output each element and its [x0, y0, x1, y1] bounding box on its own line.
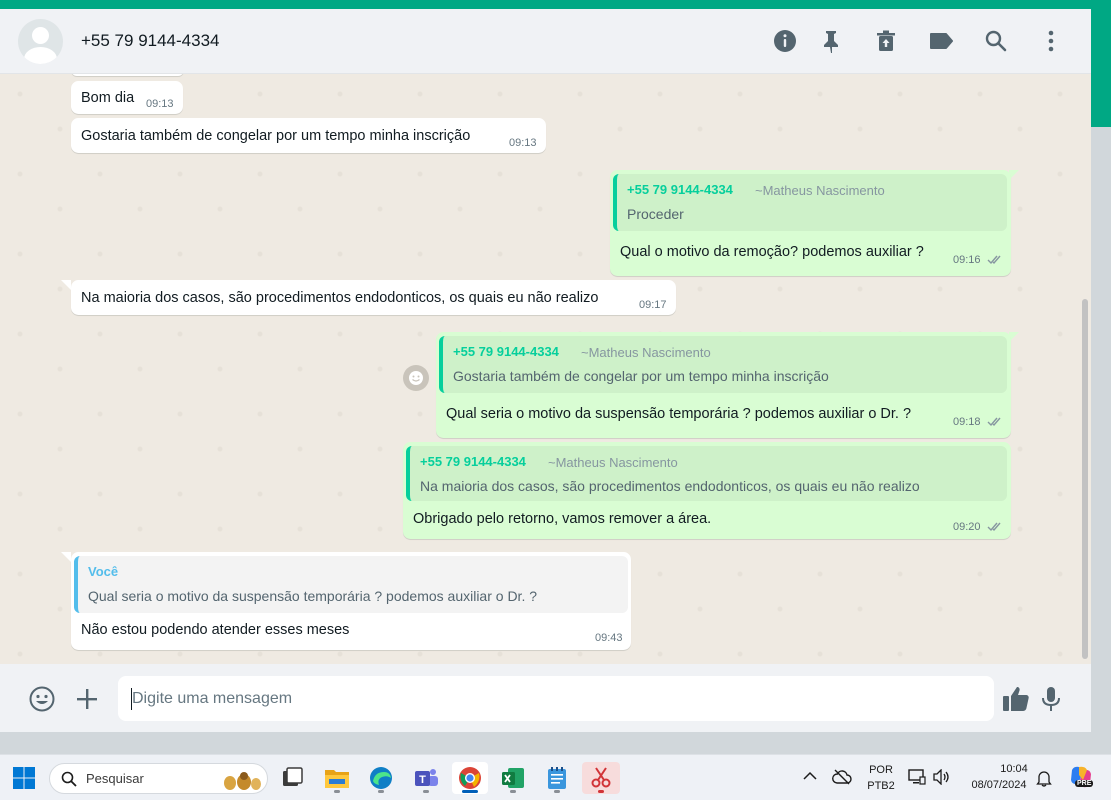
windows-taskbar: Pesquisar T POR PTB2 10:04 08/07/2024 PR… [0, 754, 1111, 800]
quoted-text: Na maioria dos casos, são procedimentos … [420, 478, 920, 494]
emoji-icon[interactable] [27, 684, 57, 714]
excel-icon[interactable] [497, 762, 529, 794]
notepad-icon[interactable] [541, 762, 573, 794]
quoted-pushname: ~Matheus Nascimento [581, 345, 711, 360]
message-in[interactable]: Na maioria dos casos, são procedimentos … [71, 280, 676, 315]
message-in[interactable]: Você Qual seria o motivo da suspensão te… [71, 552, 631, 650]
message-time: 09:16 [953, 254, 981, 266]
onedrive-offline-icon[interactable] [832, 768, 852, 786]
message-in[interactable]: Bom dia 09:13 [71, 81, 183, 114]
message-text: Qual o motivo da remoção? podemos auxili… [620, 244, 924, 260]
quoted-text: Gostaria também de congelar por um tempo… [453, 368, 829, 384]
window-bottom-edge [0, 732, 1111, 754]
network-icon[interactable] [908, 769, 926, 785]
read-ticks-icon [987, 417, 1001, 427]
whatsapp-app: +55 79 9144-4334 Bom dia 09:13 Gostaria … [0, 9, 1091, 732]
message-time: 09:18 [953, 416, 981, 428]
copilot-icon[interactable]: PRE [1068, 764, 1094, 790]
message-composer [0, 664, 1091, 732]
message-bubble-partial[interactable] [71, 74, 184, 76]
message-text: Qual seria o motivo da suspensão temporá… [446, 406, 912, 422]
message-time: 09:17 [639, 299, 667, 311]
svg-text:T: T [419, 774, 426, 786]
chat-scrollbar[interactable] [1082, 299, 1088, 659]
microphone-icon[interactable] [1036, 684, 1066, 714]
window-top-band [0, 0, 1111, 9]
pin-icon[interactable] [817, 27, 845, 55]
quoted-sender: Você [88, 564, 119, 579]
language-indicator-line1[interactable]: POR [866, 764, 896, 776]
avatar[interactable] [18, 19, 63, 64]
window-right-edge [1091, 127, 1111, 732]
read-ticks-icon [987, 255, 1001, 265]
quoted-sender: +55 79 9144-4334 [453, 344, 559, 359]
menu-icon[interactable] [1037, 27, 1065, 55]
copilot-badge: PRE [1075, 780, 1094, 787]
message-time: 09:20 [953, 521, 981, 533]
quoted-sender: +55 79 9144-4334 [420, 454, 526, 469]
message-text: Na maioria dos casos, são procedimentos … [81, 290, 599, 306]
message-out[interactable]: +55 79 9144-4334 ~Matheus Nascimento Pro… [610, 170, 1011, 276]
quoted-message[interactable]: +55 79 9144-4334 ~Matheus Nascimento Na … [406, 446, 1007, 501]
chat-header: +55 79 9144-4334 [0, 9, 1091, 74]
window-right-strip [1091, 9, 1111, 127]
read-ticks-icon [987, 522, 1001, 532]
text-caret [131, 688, 132, 710]
conversation-panel[interactable]: Bom dia 09:13 Gostaria também de congela… [0, 74, 1091, 664]
teams-icon[interactable]: T [410, 762, 442, 794]
message-text: Gostaria também de congelar por um tempo… [81, 128, 471, 144]
message-time: 09:43 [595, 632, 623, 644]
thumbs-up-icon[interactable] [1001, 684, 1031, 714]
quoted-pushname: ~Matheus Nascimento [755, 183, 885, 198]
message-text: Obrigado pelo retorno, vamos remover a á… [413, 511, 712, 527]
clock-time[interactable]: 10:04 [994, 763, 1034, 775]
windows-start-icon[interactable] [8, 762, 40, 794]
message-text: Não estou podendo atender esses meses [81, 622, 350, 638]
quoted-text: Qual seria o motivo da suspensão temporá… [88, 588, 538, 604]
message-text: Bom dia [81, 90, 135, 106]
contact-name[interactable]: +55 79 9144-4334 [81, 31, 220, 51]
taskbar-search-label: Pesquisar [86, 771, 144, 786]
chrome-browser-icon[interactable] [452, 762, 488, 794]
message-in[interactable]: Gostaria também de congelar por um tempo… [71, 118, 546, 153]
search-highlight-icon [224, 772, 261, 790]
emoji-reaction-icon[interactable] [403, 365, 429, 391]
notification-bell-icon[interactable] [1036, 769, 1052, 787]
search-icon[interactable] [982, 27, 1010, 55]
volume-icon[interactable] [932, 769, 950, 785]
bubble-tail [61, 280, 71, 290]
info-icon[interactable] [771, 27, 799, 55]
quoted-sender: +55 79 9144-4334 [627, 182, 733, 197]
file-explorer-icon[interactable] [321, 762, 353, 794]
quoted-message[interactable]: Você Qual seria o motivo da suspensão te… [74, 556, 628, 613]
message-out[interactable]: +55 79 9144-4334 ~Matheus Nascimento Gos… [436, 332, 1011, 438]
delete-icon[interactable] [872, 27, 900, 55]
bubble-tail [61, 552, 71, 562]
attach-plus-icon[interactable] [72, 684, 102, 714]
message-time: 09:13 [146, 98, 174, 110]
snipping-tool-icon[interactable] [582, 762, 620, 794]
message-input[interactable] [118, 676, 994, 721]
quoted-pushname: ~Matheus Nascimento [548, 455, 678, 470]
quoted-text: Proceder [627, 206, 684, 222]
chevron-up-icon[interactable] [803, 771, 817, 781]
task-view-icon[interactable] [276, 762, 308, 794]
message-time: 09:13 [509, 137, 537, 149]
quoted-message[interactable]: +55 79 9144-4334 ~Matheus Nascimento Gos… [439, 336, 1007, 393]
edge-browser-icon[interactable] [365, 762, 397, 794]
message-out[interactable]: +55 79 9144-4334 ~Matheus Nascimento Na … [403, 442, 1011, 539]
language-indicator-line2[interactable]: PTB2 [864, 780, 898, 792]
search-icon [61, 771, 77, 787]
clock-date[interactable]: 08/07/2024 [964, 779, 1034, 791]
quoted-message[interactable]: +55 79 9144-4334 ~Matheus Nascimento Pro… [613, 174, 1007, 231]
taskbar-search[interactable]: Pesquisar [49, 763, 268, 794]
label-icon[interactable] [927, 27, 955, 55]
